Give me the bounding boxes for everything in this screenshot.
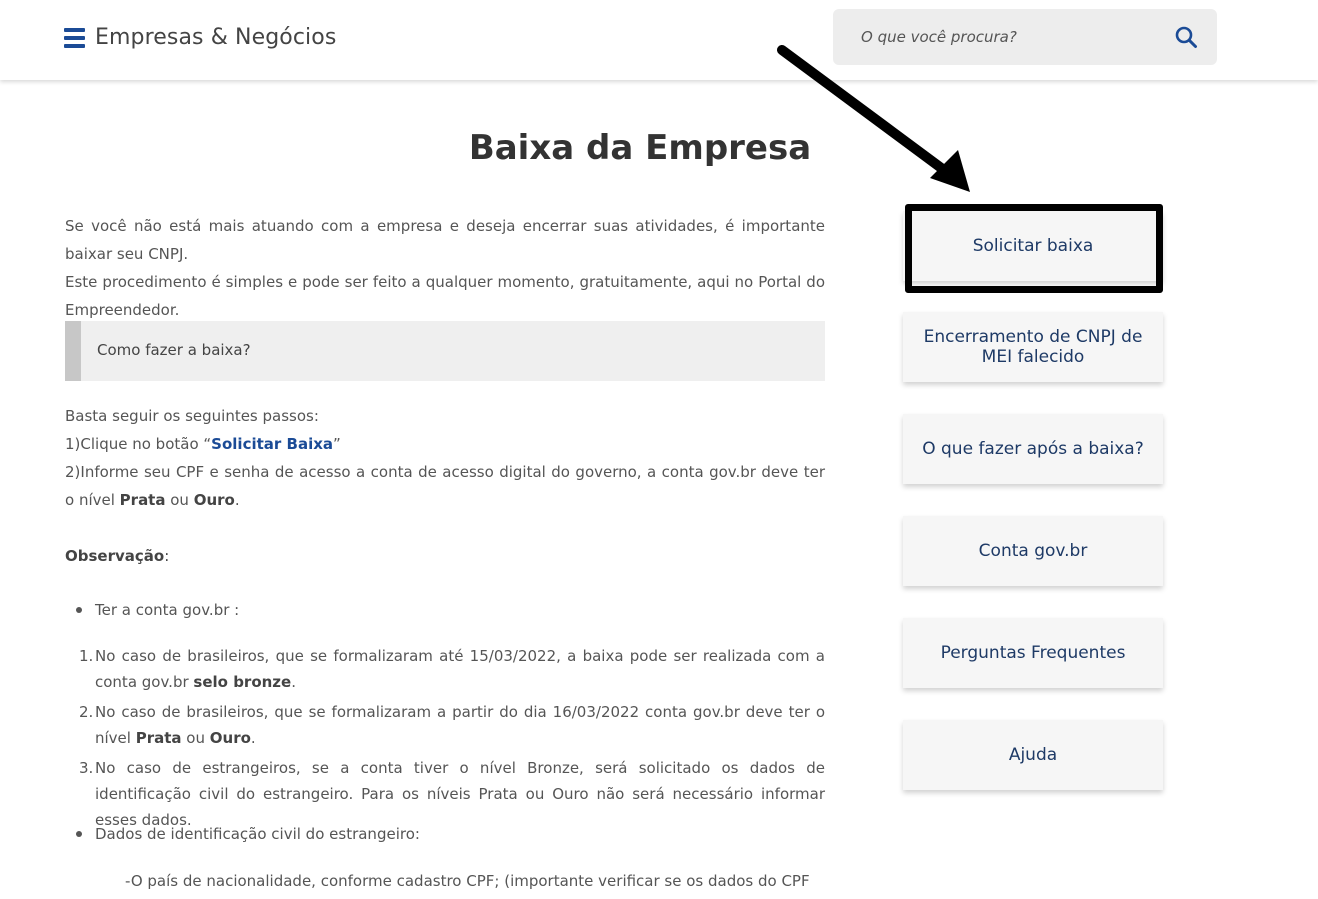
intro-section: Se você não está mais atuando com a empr…: [65, 212, 825, 324]
list-item: Ter a conta gov.br :: [65, 596, 825, 624]
top-bar: Empresas & Negócios: [0, 0, 1318, 80]
observation-label: Observação:: [65, 542, 169, 570]
step-2: 2)Informe seu CPF e senha de acesso a co…: [65, 458, 825, 514]
list-item: Dados de identificação civil do estrange…: [65, 820, 825, 848]
encerramento-mei-falecido-button[interactable]: Encerramento de CNPJ de MEI falecido: [903, 312, 1163, 382]
list-number: 3.: [79, 759, 94, 777]
search-icon[interactable]: [1174, 25, 1198, 49]
step-1: 1)Clique no botão “Solicitar Baixa”: [65, 430, 825, 458]
perguntas-frequentes-button[interactable]: Perguntas Frequentes: [903, 618, 1163, 688]
hamburger-icon: [64, 27, 85, 48]
step-2-or: ou: [165, 491, 194, 509]
steps-section: Basta seguir os seguintes passos: 1)Cliq…: [65, 402, 825, 514]
conta-govbr-button[interactable]: Conta gov.br: [903, 516, 1163, 586]
ajuda-button[interactable]: Ajuda: [903, 720, 1163, 790]
site-brand: Empresas & Negócios: [95, 25, 337, 50]
accordion-label: Como fazer a baixa?: [97, 341, 251, 359]
solicitar-baixa-button[interactable]: Solicitar baixa: [903, 211, 1163, 281]
o-que-fazer-apos-baixa-button[interactable]: O que fazer após a baixa?: [903, 414, 1163, 484]
list-text: No caso de estrangeiros, se a conta tive…: [95, 759, 825, 829]
menu-toggle-button[interactable]: Empresas & Negócios: [64, 25, 336, 50]
intro-paragraph-2: Este procedimento é simples e pode ser f…: [65, 273, 825, 319]
list-bold: Prata: [135, 729, 182, 747]
ordered-list: 1. No caso de brasileiros, que se formal…: [65, 643, 825, 837]
sub-note: -O país de nacionalidade, conforme cadas…: [125, 872, 810, 890]
list-end: .: [250, 729, 256, 747]
step-2-end: .: [234, 491, 240, 509]
list-end: .: [291, 673, 296, 691]
step-1-suffix: ”: [333, 435, 341, 453]
search-box: [833, 9, 1217, 65]
intro-paragraph-1: Se você não está mais atuando com a empr…: [65, 217, 825, 263]
observation-text: Observação: [65, 547, 165, 565]
step-1-prefix: 1)Clique no botão “: [65, 435, 212, 453]
solicitar-baixa-link[interactable]: Solicitar Baixa: [211, 435, 333, 453]
list-item: 1. No caso de brasileiros, que se formal…: [65, 643, 825, 695]
step-2-prata: Prata: [119, 491, 166, 509]
steps-intro: Basta seguir os seguintes passos:: [65, 407, 319, 425]
page-title: Baixa da Empresa: [468, 128, 812, 168]
observation-colon: :: [164, 547, 170, 565]
bullet-list-1: Ter a conta gov.br :: [65, 596, 825, 624]
list-item: 2. No caso de brasileiros, que se formal…: [65, 699, 825, 751]
step-2-ouro: Ouro: [193, 491, 235, 509]
search-input[interactable]: [861, 9, 1161, 65]
list-number: 2.: [79, 703, 94, 721]
list-bold-2: Ouro: [209, 729, 251, 747]
bullet-list-2: Dados de identificação civil do estrange…: [65, 820, 825, 848]
list-bold: selo bronze: [193, 673, 292, 691]
list-number: 1.: [79, 647, 94, 665]
accordion-como-fazer[interactable]: Como fazer a baixa?: [65, 321, 825, 381]
list-mid: ou: [181, 729, 210, 747]
